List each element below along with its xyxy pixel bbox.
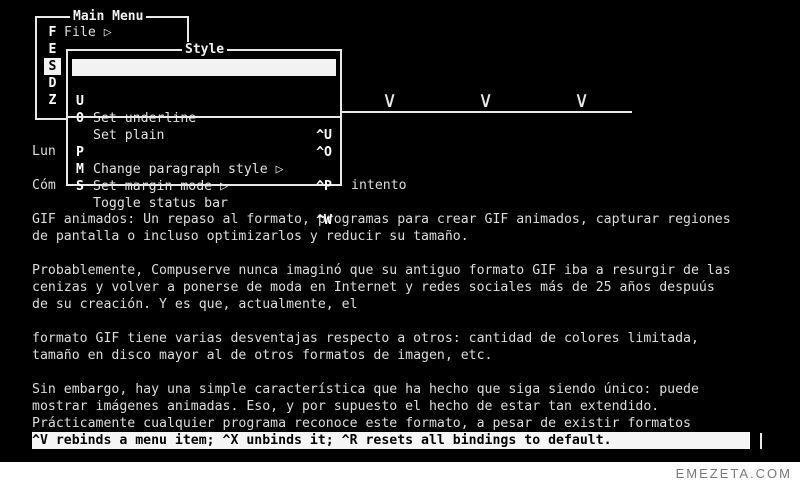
style-menu: Style I Set italic ^I U Set underline ^U… (66, 42, 342, 228)
terminal-screen: ∨ ∨ ∨ Lun Cóm intento GIF animados: Un r… (0, 0, 800, 462)
doc-fragment-com: Cóm (32, 178, 56, 193)
tab-stop-marker-icon: ∨ (575, 88, 589, 113)
watermark: EMEZETA.COM (675, 466, 792, 481)
main-menu-file-label[interactable]: File ▷ (64, 24, 112, 41)
menu-item-key: O (76, 111, 84, 126)
menu-item-set-plain[interactable]: O Set plain ^O (72, 93, 336, 160)
main-menu-title: Main Menu (70, 9, 147, 25)
doc-line: Prácticamente cualquier programa reconoc… (32, 416, 691, 431)
text-cursor (760, 433, 762, 449)
doc-fragment-intento: intento (351, 178, 407, 193)
doc-line: Probablemente, Compuserve nunca imaginó … (32, 263, 731, 278)
menu-item-label: Toggle status bar (93, 196, 228, 211)
doc-fragment-lun: Lun (32, 144, 56, 159)
menu-item-toggle-status-bar[interactable]: S Toggle status bar ^W (72, 161, 336, 228)
status-bar: ^V rebinds a menu item; ^X unbinds it; ^… (32, 432, 750, 449)
main-menu-item-document[interactable]: D (44, 75, 61, 92)
doc-line: de su creación. Y es que, actualmente, e… (32, 297, 358, 312)
menu-item-shortcut: ^W (316, 213, 332, 228)
doc-line: formato GIF tiene varias desventajas res… (32, 331, 699, 346)
menu-item-key: S (76, 179, 84, 194)
menu-item-shortcut: ^I (316, 111, 332, 126)
tab-stop-marker-icon: ∨ (479, 88, 493, 113)
main-menu-item-style[interactable]: S (44, 58, 61, 75)
doc-line: mostrar imágenes animadas. Eso, y por su… (32, 399, 660, 414)
style-menu-title: Style (182, 42, 228, 58)
main-menu-item-file[interactable]: F (44, 24, 61, 41)
doc-line: cenizas y volver a ponerse de moda en In… (32, 280, 715, 295)
main-menu-item-z[interactable]: Z (44, 92, 61, 109)
tab-stop-marker-icon: ∨ (383, 88, 397, 113)
doc-line: GIF animados: Un repaso al formato, prog… (32, 212, 731, 227)
menu-item-shortcut: ^P (316, 179, 332, 194)
menu-item-set-underline[interactable]: U Set underline ^U (72, 76, 336, 143)
menu-item-set-margin-mode[interactable]: M Set margin mode ▷ (72, 144, 336, 194)
menu-item-change-paragraph-style[interactable]: P Change paragraph style ▷ ^P (72, 127, 336, 194)
doc-line: tamaño en disco mayor al de otros format… (32, 348, 493, 363)
main-menu-item-edit[interactable]: E (44, 41, 61, 58)
menu-item-set-italic[interactable]: I Set italic ^I (72, 59, 336, 126)
doc-line: Sin embargo, hay una simple característi… (32, 382, 699, 397)
menu-separator (68, 116, 340, 118)
ruler-line (342, 111, 632, 113)
